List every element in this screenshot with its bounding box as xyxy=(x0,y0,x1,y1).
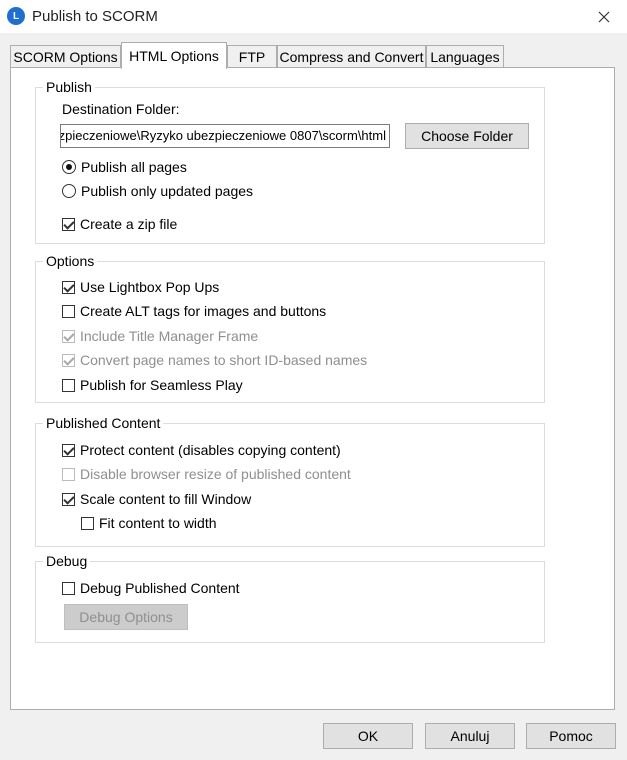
options-group: Options Use Lightbox Pop Ups Create ALT … xyxy=(35,253,545,403)
tab-html-options[interactable]: HTML Options xyxy=(121,42,227,69)
short-names-checkbox: Convert page names to short ID-based nam… xyxy=(62,351,367,369)
publish-all-pages-label: Publish all pages xyxy=(81,159,187,175)
publish-group-title: Publish xyxy=(43,79,95,95)
alt-tags-checkbox[interactable]: Create ALT tags for images and buttons xyxy=(62,302,326,320)
options-group-title: Options xyxy=(43,253,98,269)
choose-folder-button[interactable]: Choose Folder xyxy=(405,123,529,149)
publish-all-pages-radio[interactable]: Publish all pages xyxy=(62,158,187,176)
checkbox-empty-icon xyxy=(81,516,94,530)
debug-options-button: Debug Options xyxy=(64,604,188,630)
close-button[interactable] xyxy=(588,4,620,30)
debug-group: Debug Debug Published Content Debug Opti… xyxy=(35,553,545,643)
tab-ftp[interactable]: FTP xyxy=(227,45,277,67)
help-button[interactable]: Pomoc xyxy=(526,723,616,749)
title-bar: L Publish to SCORM xyxy=(0,0,627,33)
title-manager-checkbox: Include Title Manager Frame xyxy=(62,327,258,345)
destination-folder-label: Destination Folder: xyxy=(62,101,180,117)
checkbox-empty-icon xyxy=(62,304,75,318)
published-content-group-title: Published Content xyxy=(43,415,164,431)
checkbox-empty-disabled-icon xyxy=(62,467,75,481)
destination-folder-input[interactable]: Ryzyko ubezpieczeniowe\Ryzyko ubezpiecze… xyxy=(60,124,390,148)
title-manager-label: Include Title Manager Frame xyxy=(80,328,259,344)
debug-content-checkbox[interactable]: Debug Published Content xyxy=(62,579,240,597)
publish-updated-pages-label: Publish only updated pages xyxy=(81,183,254,199)
tab-languages[interactable]: Languages xyxy=(426,45,504,67)
disable-resize-checkbox: Disable browser resize of published cont… xyxy=(62,465,351,483)
radio-selected-icon xyxy=(62,160,76,174)
disable-resize-label: Disable browser resize of published cont… xyxy=(80,466,351,482)
checkbox-checked-icon xyxy=(62,443,75,457)
close-icon xyxy=(598,11,610,23)
app-logo-icon: L xyxy=(7,7,25,25)
cancel-button[interactable]: Anuluj xyxy=(425,723,515,749)
ok-button[interactable]: OK xyxy=(323,723,413,749)
seamless-play-label: Publish for Seamless Play xyxy=(80,377,243,393)
window-title: Publish to SCORM xyxy=(32,8,158,25)
checkbox-checked-disabled-icon xyxy=(62,353,75,367)
lightbox-label: Use Lightbox Pop Ups xyxy=(80,279,220,295)
publish-updated-pages-radio[interactable]: Publish only updated pages xyxy=(62,182,253,200)
seamless-play-checkbox[interactable]: Publish for Seamless Play xyxy=(62,376,243,394)
checkbox-checked-icon xyxy=(62,217,75,231)
publish-group: Publish Destination Folder: Ryzyko ubezp… xyxy=(35,79,545,244)
tab-scorm-options[interactable]: SCORM Options xyxy=(10,45,121,67)
html-options-panel: Publish Destination Folder: Ryzyko ubezp… xyxy=(10,67,615,710)
checkbox-checked-icon xyxy=(62,492,75,506)
create-zip-label: Create a zip file xyxy=(80,216,178,232)
debug-group-title: Debug xyxy=(43,553,91,569)
scale-content-label: Scale content to fill Window xyxy=(80,491,252,507)
create-zip-checkbox[interactable]: Create a zip file xyxy=(62,215,177,233)
fit-width-checkbox[interactable]: Fit content to width xyxy=(81,514,217,532)
published-content-group: Published Content Protect content (disab… xyxy=(35,415,545,547)
checkbox-empty-icon xyxy=(62,378,75,392)
checkbox-checked-icon xyxy=(62,280,75,294)
scale-content-checkbox[interactable]: Scale content to fill Window xyxy=(62,490,251,508)
protect-content-checkbox[interactable]: Protect content (disables copying conten… xyxy=(62,441,341,459)
alt-tags-label: Create ALT tags for images and buttons xyxy=(80,303,327,319)
lightbox-checkbox[interactable]: Use Lightbox Pop Ups xyxy=(62,278,219,296)
debug-content-label: Debug Published Content xyxy=(80,580,240,596)
checkbox-checked-disabled-icon xyxy=(62,329,75,343)
protect-content-label: Protect content (disables copying conten… xyxy=(80,442,341,458)
short-names-label: Convert page names to short ID-based nam… xyxy=(80,352,368,368)
tab-compress-convert[interactable]: Compress and Convert xyxy=(277,45,426,67)
checkbox-empty-icon xyxy=(62,581,75,595)
fit-width-label: Fit content to width xyxy=(99,515,217,531)
radio-empty-icon xyxy=(62,184,76,198)
